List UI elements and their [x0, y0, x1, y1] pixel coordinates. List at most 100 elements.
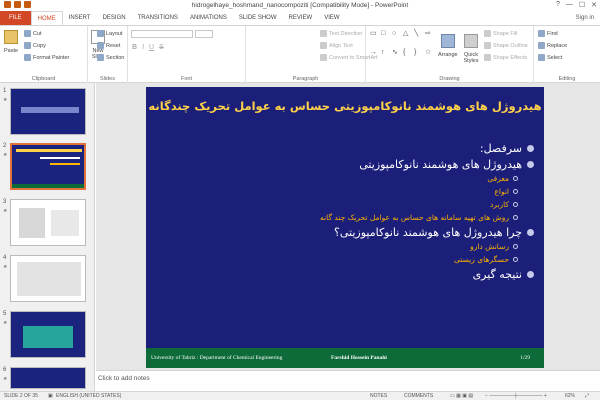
- clipboard-group: Paste Cut Copy Format Painter Clipboard: [0, 26, 88, 84]
- slide-thumbnail-3[interactable]: [10, 199, 86, 246]
- text-direction-button[interactable]: Text Direction: [320, 30, 362, 37]
- find-button[interactable]: Find: [538, 30, 558, 37]
- sign-in-link[interactable]: Sign in: [576, 11, 594, 25]
- font-format-buttons[interactable]: BIUS: [132, 44, 164, 51]
- cut-button[interactable]: Cut: [24, 30, 42, 37]
- language-icon[interactable]: ▣: [48, 393, 53, 399]
- thumbnail-number: 1: [3, 88, 7, 94]
- bullet-level2: انواع: [164, 187, 518, 196]
- shape-outline-button[interactable]: Shape Outline: [484, 42, 528, 49]
- paragraph-group: Text Direction Align Text Convert to Sma…: [246, 26, 378, 84]
- brace-close-shape-icon[interactable]: }: [414, 48, 424, 66]
- slide-title[interactable]: هیدروژل های هوشمند نانوکامپوزیتی حساس به…: [146, 99, 544, 113]
- drawing-group: ▭ □ ○ △ ╲ ⇨ → ↑ ∿{} ☆ Arrange Quick Styles Shape…: [366, 26, 534, 84]
- tab-animations[interactable]: ANIMATIONS: [184, 11, 233, 25]
- sub-bullet-icon: [513, 202, 518, 207]
- align-text-button[interactable]: Align Text: [320, 42, 353, 49]
- language-indicator[interactable]: ENGLISH (UNITED STATES): [56, 393, 121, 399]
- select-button[interactable]: Select: [538, 54, 562, 61]
- animation-star-icon: ★: [3, 264, 8, 270]
- copy-button[interactable]: Copy: [24, 42, 46, 49]
- shape-fill-button[interactable]: Shape Fill: [484, 30, 517, 37]
- bold-icon[interactable]: B: [132, 44, 137, 51]
- slide-editing-area[interactable]: هیدروژل های هوشمند نانوکامپوزیتی حساس به…: [96, 83, 600, 370]
- paste-button[interactable]: Paste: [4, 30, 18, 54]
- tab-insert[interactable]: INSERT: [63, 11, 97, 25]
- tab-slide-show[interactable]: SLIDE SHOW: [233, 11, 283, 25]
- underline-icon[interactable]: U: [149, 44, 154, 51]
- section-button[interactable]: Section: [97, 54, 124, 61]
- font-size-box[interactable]: [195, 30, 213, 38]
- reset-icon: [97, 42, 104, 49]
- ribbon-tabs: FILE HOME INSERT DESIGN TRANSITIONS ANIM…: [0, 11, 600, 25]
- view-buttons[interactable]: ▭ ▦ ▣ ▤: [450, 393, 473, 399]
- paste-icon: [4, 30, 19, 44]
- quick-access-toolbar: [4, 1, 31, 8]
- sub-bullet-icon: [513, 257, 518, 262]
- arrange-button[interactable]: Arrange: [438, 34, 458, 58]
- animation-star-icon: ★: [3, 376, 8, 382]
- slide-thumbnails-pane[interactable]: 1 ★ 2 ★ 3 ★ 4 ★ 5 ★ 6 ★: [0, 83, 95, 391]
- strikethrough-icon[interactable]: S: [159, 44, 164, 51]
- thumbnail-title: [16, 149, 82, 152]
- rect-shape-icon[interactable]: □: [381, 29, 391, 47]
- tab-design[interactable]: DESIGN: [97, 11, 132, 25]
- tab-review[interactable]: REVIEW: [283, 11, 319, 25]
- zoom-slider[interactable]: − ───────┼─────── +: [485, 393, 547, 399]
- current-slide[interactable]: هیدروژل های هوشمند نانوکامپوزیتی حساس به…: [146, 87, 544, 368]
- line-shape-icon[interactable]: ╲: [414, 29, 424, 47]
- smartart-icon: [320, 54, 327, 61]
- thumbnail-footer: [12, 184, 84, 188]
- comments-button[interactable]: COMMENTS: [404, 393, 433, 399]
- undo-icon[interactable]: [14, 1, 21, 8]
- notes-pane[interactable]: Click to add notes: [96, 370, 600, 391]
- notes-button[interactable]: NOTES: [370, 393, 387, 399]
- save-icon[interactable]: [4, 1, 11, 8]
- brace-shape-icon[interactable]: {: [403, 48, 413, 66]
- zoom-level[interactable]: 62%: [565, 393, 575, 399]
- quick-styles-button[interactable]: Quick Styles: [462, 34, 480, 64]
- redo-icon[interactable]: [24, 1, 31, 8]
- minimize-button[interactable]: —: [566, 1, 573, 9]
- tab-home[interactable]: HOME: [30, 11, 63, 25]
- reset-button[interactable]: Reset: [97, 42, 120, 49]
- slide-thumbnail-4[interactable]: [10, 255, 86, 302]
- bullet-level2: کاربرد: [164, 200, 518, 209]
- font-label: Font: [180, 76, 192, 82]
- pen-icon: [484, 42, 491, 49]
- bullet-icon: [527, 161, 534, 168]
- help-button[interactable]: ?: [556, 1, 560, 9]
- tab-transitions[interactable]: TRANSITIONS: [132, 11, 184, 25]
- curve-shape-icon[interactable]: ∿: [392, 48, 402, 66]
- tab-file[interactable]: FILE: [0, 11, 31, 25]
- slide-thumbnail-1[interactable]: [10, 88, 86, 135]
- slide-thumbnail-5[interactable]: [10, 311, 86, 358]
- close-button[interactable]: ✕: [591, 1, 597, 9]
- replace-button[interactable]: Replace: [538, 42, 567, 49]
- slide-thumbnail-6[interactable]: [10, 367, 86, 389]
- italic-icon[interactable]: I: [142, 44, 144, 51]
- font-name-box[interactable]: [131, 30, 193, 38]
- arrow-up-shape-icon[interactable]: ↑: [381, 48, 391, 66]
- oval-shape-icon[interactable]: ○: [392, 29, 402, 47]
- editing-group: Find Replace Select Editing: [534, 26, 600, 84]
- brush-icon: [24, 54, 31, 61]
- shape-effects-button[interactable]: Shape Effects: [484, 54, 527, 61]
- fit-slide-icon[interactable]: ⤢: [585, 393, 589, 399]
- thumbnail-number: 2: [3, 143, 7, 149]
- tab-view[interactable]: VIEW: [318, 11, 345, 25]
- status-bar: SLIDE 2 OF 35 ▣ ENGLISH (UNITED STATES) …: [0, 391, 600, 400]
- arrow-right-shape-icon[interactable]: →: [370, 48, 380, 66]
- triangle-shape-icon[interactable]: △: [403, 29, 413, 47]
- rectangle-shape-icon[interactable]: ▭: [370, 29, 380, 47]
- sub-bullet-icon: [513, 215, 518, 220]
- layout-button[interactable]: Layout: [97, 30, 123, 37]
- star-shape-icon[interactable]: ☆: [425, 48, 435, 66]
- arrow-shape-icon[interactable]: ⇨: [425, 29, 435, 47]
- format-painter-button[interactable]: Format Painter: [24, 54, 69, 61]
- slide-body[interactable]: سرفصل: هیدروژل های هوشمند نانوکامپوزیتی …: [164, 142, 534, 284]
- shapes-gallery[interactable]: ▭ □ ○ △ ╲ ⇨ → ↑ ∿{} ☆: [370, 29, 431, 66]
- maximize-button[interactable]: ☐: [579, 1, 585, 9]
- slide-thumbnail-2[interactable]: [10, 143, 86, 190]
- sub-bullet-icon: [513, 244, 518, 249]
